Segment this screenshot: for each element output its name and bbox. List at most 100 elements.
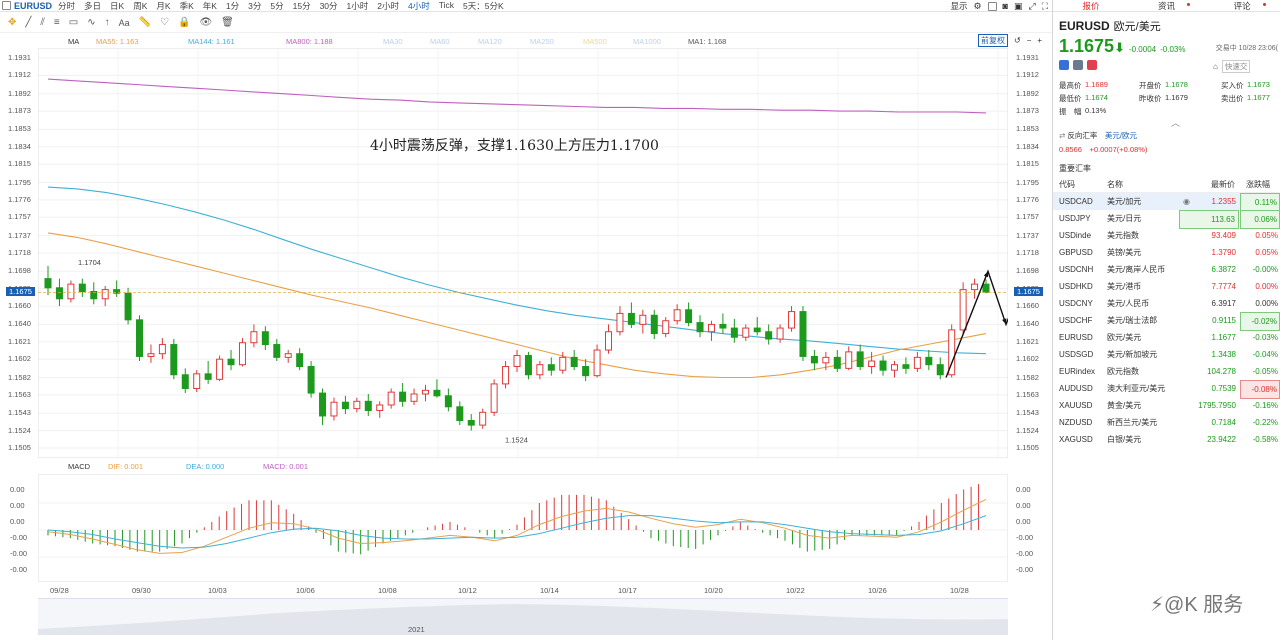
candle bbox=[730, 327, 738, 338]
fx-row[interactable]: GBPUSD 英镑/美元 1.3790 0.05% bbox=[1053, 244, 1280, 261]
timeframe-14[interactable]: 4小时 bbox=[408, 0, 430, 12]
ma-label[interactable]: MA bbox=[68, 37, 79, 46]
timeframe-5[interactable]: 季K bbox=[180, 0, 194, 12]
ma-item-0[interactable]: MA55: 1.163 bbox=[96, 37, 139, 46]
timeframe-3[interactable]: 周K bbox=[133, 0, 147, 12]
line-tool-icon[interactable]: ╱ bbox=[25, 17, 31, 28]
ma-item-2[interactable]: MA800: 1.188 bbox=[286, 37, 333, 46]
timeframe-4[interactable]: 月K bbox=[156, 0, 170, 12]
ruler-tool-icon[interactable]: 📏 bbox=[139, 17, 151, 28]
top-toolbar: EURUSD 分时 多日 日K 周K 月K 季K 年K 1分 3分 5分 15分 30分 1小时 2小时 4… bbox=[0, 0, 1052, 12]
fx-row[interactable]: USDCHF 美元/瑞士法郎 0.9115 -0.02% bbox=[1053, 312, 1280, 331]
layout-icon[interactable]: ▣ bbox=[1014, 1, 1023, 12]
fx-row[interactable]: USDinde 美元指数 93.409 0.05% bbox=[1053, 227, 1280, 244]
ma-item-6[interactable]: MA250 bbox=[530, 37, 554, 46]
chart-icon[interactable] bbox=[1059, 60, 1069, 70]
symbol-selector[interactable]: EURUSD bbox=[2, 1, 52, 11]
candle bbox=[879, 360, 887, 371]
collapse-chevron-icon[interactable]: ︿ bbox=[1171, 116, 1180, 129]
timeframe-11[interactable]: 30分 bbox=[320, 0, 338, 12]
fullscreen-icon[interactable]: ⛶ bbox=[1042, 1, 1048, 12]
undo-icon[interactable]: ↺ bbox=[1014, 36, 1021, 45]
reverse-rate: ⇄ 反向汇率 美元/欧元 0.8566 +0.0007(+0.08%) bbox=[1059, 130, 1277, 155]
price-tick: 1.1776 bbox=[8, 194, 31, 204]
reverse-price: 0.8566 bbox=[1059, 145, 1082, 154]
trash-icon[interactable]: 🗑 bbox=[221, 17, 234, 28]
quick-trade[interactable]: ⌂ 快速交 bbox=[1213, 60, 1251, 73]
timeframe-2[interactable]: 日K bbox=[110, 0, 124, 12]
timeframe-6[interactable]: 年K bbox=[203, 0, 217, 12]
timeframe-15[interactable]: Tick bbox=[439, 0, 454, 12]
range-navigator[interactable]: 2021 bbox=[38, 598, 1008, 635]
ma-item-7[interactable]: MA500 bbox=[583, 37, 607, 46]
year-label: 2021 bbox=[408, 625, 425, 634]
ma-item-8[interactable]: MA1000 bbox=[633, 37, 661, 46]
macd-tick: 0.00 bbox=[1016, 485, 1031, 494]
arrow-tool-icon[interactable]: ↑ bbox=[105, 17, 110, 28]
side-tab-1[interactable]: 资讯 bbox=[1129, 0, 1205, 11]
reverse-pair[interactable]: 美元/欧元 bbox=[1105, 131, 1137, 140]
fx-row[interactable]: EURindex 欧元指数 104.278 -0.05% bbox=[1053, 363, 1280, 380]
price-chart[interactable]: 1.1704 1.1524 bbox=[38, 48, 1008, 458]
timeframe-10[interactable]: 15分 bbox=[293, 0, 311, 12]
ma-item-9[interactable]: MA1: 1.168 bbox=[688, 37, 726, 46]
timeframe-1[interactable]: 多日 bbox=[84, 0, 101, 12]
macd-chart[interactable] bbox=[38, 474, 1008, 582]
fx-row[interactable]: XAUUSD 黄金/美元 1795.7950 -0.16% bbox=[1053, 397, 1280, 414]
fx-row[interactable]: USDCNY 美元/人民币 6.3917 0.00% bbox=[1053, 295, 1280, 312]
fx-row[interactable]: USDJPY 美元/日元 113.63 0.06% bbox=[1053, 210, 1280, 229]
ma-item-4[interactable]: MA60 bbox=[430, 37, 450, 46]
fx-row[interactable]: XAGUSD 白银/美元 23.9422 -0.58% bbox=[1053, 431, 1280, 448]
crosshair-icon[interactable]: ✥ bbox=[8, 17, 16, 28]
rect-tool-icon[interactable]: ▭ bbox=[69, 17, 78, 28]
fx-code: USDSGD bbox=[1059, 350, 1094, 359]
col-price[interactable]: 最新价 bbox=[1211, 177, 1235, 193]
eye-icon[interactable]: 👁 bbox=[199, 17, 212, 28]
fx-row[interactable]: USDCAD 美元/加元 ◉ 1.2355 0.11% bbox=[1053, 193, 1280, 212]
timeframe-9[interactable]: 5分 bbox=[270, 0, 283, 12]
col-change[interactable]: 涨跌幅 bbox=[1246, 177, 1270, 193]
timeframe-7[interactable]: 1分 bbox=[226, 0, 239, 12]
ma-item-1[interactable]: MA144: 1.161 bbox=[188, 37, 235, 46]
macd-tick: -0.00 bbox=[10, 565, 28, 574]
channel-tool-icon[interactable]: ⫽ bbox=[40, 17, 44, 28]
fib-tool-icon[interactable]: ≡ bbox=[54, 17, 60, 28]
timeframe-16[interactable]: 5天：5分K bbox=[463, 0, 504, 12]
fx-row[interactable]: AUDUSD 澳大利亚元/美元 0.7539 -0.08% bbox=[1053, 380, 1280, 399]
plus-icon[interactable]: + bbox=[1037, 36, 1042, 45]
heart-icon[interactable]: ♡ bbox=[160, 17, 169, 28]
wave-tool-icon[interactable]: ∿ bbox=[87, 17, 95, 28]
macd-label[interactable]: MACD bbox=[68, 462, 90, 471]
lock-icon[interactable]: 🔒 bbox=[178, 17, 190, 28]
quote-stats: 最高价 1.1689 开盘价 1.1678 买入价 1.1673 最低价 1.1… bbox=[1059, 80, 1277, 119]
ma-item-3[interactable]: MA30 bbox=[383, 37, 403, 46]
fx-row[interactable]: EURUSD 欧元/美元 1.1677 -0.03% bbox=[1053, 329, 1280, 346]
camera-icon[interactable]: ◙ bbox=[1003, 1, 1008, 11]
fx-row[interactable]: USDHKD 美元/港币 7.7774 0.00% bbox=[1053, 278, 1280, 295]
ma-item-5[interactable]: MA120 bbox=[478, 37, 502, 46]
expand-icon[interactable]: ⤢ bbox=[1028, 1, 1035, 12]
favorite-icon[interactable] bbox=[1087, 60, 1097, 70]
timeframe-12[interactable]: 1小时 bbox=[347, 0, 369, 12]
fx-rows: USDCAD 美元/加元 ◉ 1.2355 0.11% USDJPY 美元/日元 113.63… bbox=[1053, 193, 1280, 448]
timeframe-8[interactable]: 3分 bbox=[248, 0, 261, 12]
checkbox-icon[interactable] bbox=[987, 1, 997, 11]
settings-icon[interactable]: ⚙ bbox=[973, 1, 981, 12]
side-tab-0[interactable]: 报价 bbox=[1053, 0, 1129, 11]
minus-icon[interactable]: − bbox=[1027, 36, 1032, 45]
timeframe-0[interactable]: 分时 bbox=[58, 0, 75, 12]
timeframe-13[interactable]: 2小时 bbox=[377, 0, 399, 12]
candle bbox=[856, 351, 864, 368]
fx-row[interactable]: USDSGD 美元/新加坡元 1.3438 -0.04% bbox=[1053, 346, 1280, 363]
fx-row[interactable]: NZDUSD 新西兰元/美元 0.7184 -0.22% bbox=[1053, 414, 1280, 431]
fx-price: 1.3438 bbox=[1211, 350, 1236, 359]
display-menu[interactable]: 显示 bbox=[950, 0, 967, 12]
doc-icon[interactable] bbox=[1073, 60, 1083, 70]
adjust-button[interactable]: 前复权 bbox=[978, 34, 1008, 47]
side-tab-2[interactable]: 评论 bbox=[1204, 0, 1280, 11]
font-tool[interactable]: Aa bbox=[119, 18, 130, 28]
macd-tick: 0.00 bbox=[1016, 517, 1031, 526]
fx-price: 1795.7950 bbox=[1198, 401, 1236, 410]
date-tick: 10/06 bbox=[296, 586, 315, 595]
fx-row[interactable]: USDCNH 美元/离岸人民币 6.3872 -0.00% bbox=[1053, 261, 1280, 278]
